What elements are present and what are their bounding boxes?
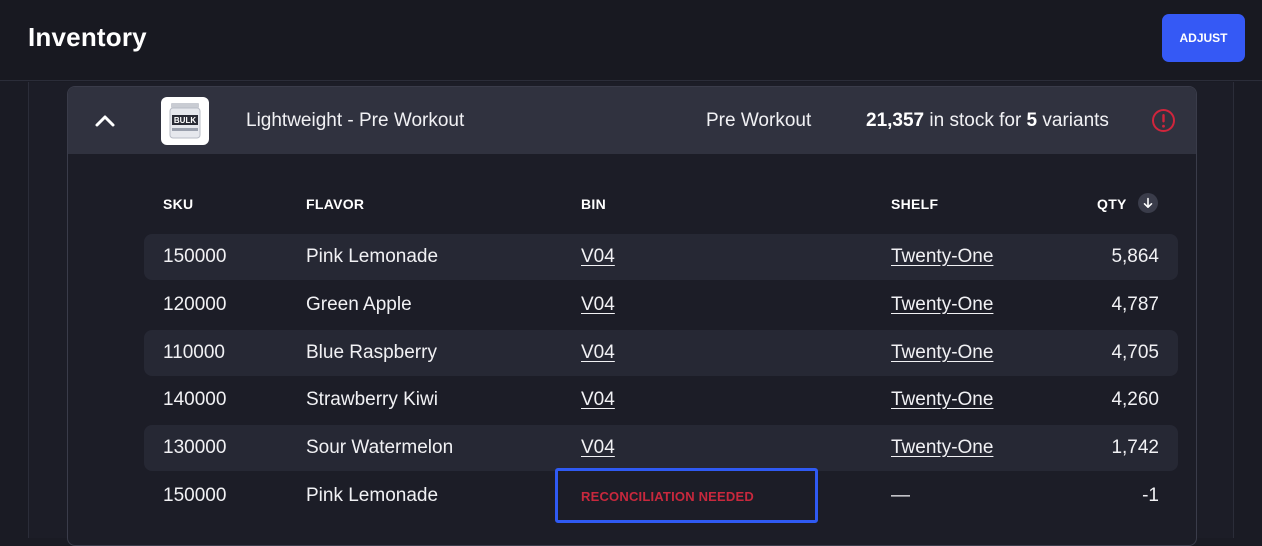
bin-link[interactable]: V04 <box>581 294 615 316</box>
flavor-cell: Pink Lemonade <box>306 485 439 506</box>
variant-count: 5 <box>1026 110 1038 131</box>
column-header-sku[interactable]: SKU <box>163 196 193 212</box>
shelf-cell-empty: — <box>891 485 910 506</box>
product-header[interactable]: BULK Lightweight - Pre Workout Pre Worko… <box>68 87 1196 154</box>
stock-suffix: variants <box>1037 110 1109 131</box>
bin-link[interactable]: V04 <box>581 342 615 364</box>
qty-cell: -1 <box>1142 485 1159 506</box>
product-thumbnail: BULK <box>161 97 209 145</box>
flavor-cell: Green Apple <box>306 294 412 315</box>
stock-text: in stock for <box>924 110 1027 131</box>
table-row[interactable]: 150000 Pink Lemonade V04 Twenty-One 5,86… <box>144 234 1178 280</box>
table-row[interactable]: 110000 Blue Raspberry V04 Twenty-One 4,7… <box>144 330 1178 376</box>
sku-cell: 110000 <box>163 342 225 363</box>
bin-link[interactable]: V04 <box>581 389 615 411</box>
collapse-button[interactable] <box>90 107 120 135</box>
qty-cell: 1,742 <box>1111 437 1159 458</box>
product-tub-image: BULK <box>169 103 201 139</box>
column-header-qty[interactable]: QTY <box>1097 196 1127 212</box>
sku-cell: 120000 <box>163 294 227 315</box>
shelf-link[interactable]: Twenty-One <box>891 246 993 268</box>
column-header-flavor[interactable]: FLAVOR <box>306 196 364 212</box>
shelf-link[interactable]: Twenty-One <box>891 294 993 316</box>
top-header: Inventory ADJUST <box>0 0 1262 81</box>
product-name: Lightweight - Pre Workout <box>246 110 465 131</box>
shelf-link[interactable]: Twenty-One <box>891 437 993 459</box>
bin-link[interactable]: V04 <box>581 437 615 459</box>
page-title: Inventory <box>28 22 147 52</box>
column-header-shelf[interactable]: SHELF <box>891 196 938 212</box>
alert-circle-icon[interactable] <box>1151 108 1176 133</box>
sort-button[interactable] <box>1138 193 1158 213</box>
sku-cell: 150000 <box>163 246 227 267</box>
thumbnail-text: BULK <box>174 116 196 125</box>
chevron-up-icon <box>95 115 115 127</box>
sku-cell: 140000 <box>163 389 227 410</box>
flavor-cell: Strawberry Kiwi <box>306 389 438 410</box>
highlight-box <box>555 468 818 523</box>
flavor-cell: Sour Watermelon <box>306 437 454 458</box>
product-category: Pre Workout <box>706 110 812 131</box>
flavor-cell: Pink Lemonade <box>306 246 439 267</box>
table-row[interactable]: 120000 Green Apple V04 Twenty-One 4,787 <box>144 282 1178 328</box>
stock-summary: 21,357 in stock for 5 variants <box>866 110 1109 132</box>
qty-cell: 4,705 <box>1111 342 1159 363</box>
shelf-link[interactable]: Twenty-One <box>891 342 993 364</box>
sku-cell: 150000 <box>163 485 227 506</box>
shelf-link[interactable]: Twenty-One <box>891 389 993 411</box>
table-row[interactable]: 140000 Strawberry Kiwi V04 Twenty-One 4,… <box>144 377 1178 423</box>
arrow-down-icon <box>1143 197 1153 208</box>
stock-total: 21,357 <box>866 110 925 131</box>
column-header-bin[interactable]: BIN <box>581 196 606 212</box>
flavor-cell: Blue Raspberry <box>306 342 437 363</box>
sku-cell: 130000 <box>163 437 227 458</box>
bin-link[interactable]: V04 <box>581 246 615 268</box>
table-row[interactable]: 130000 Sour Watermelon V04 Twenty-One 1,… <box>144 425 1178 471</box>
adjust-button[interactable]: ADJUST <box>1162 14 1245 62</box>
qty-cell: 4,787 <box>1111 294 1159 315</box>
qty-cell: 5,864 <box>1111 246 1159 267</box>
qty-cell: 4,260 <box>1111 389 1159 410</box>
